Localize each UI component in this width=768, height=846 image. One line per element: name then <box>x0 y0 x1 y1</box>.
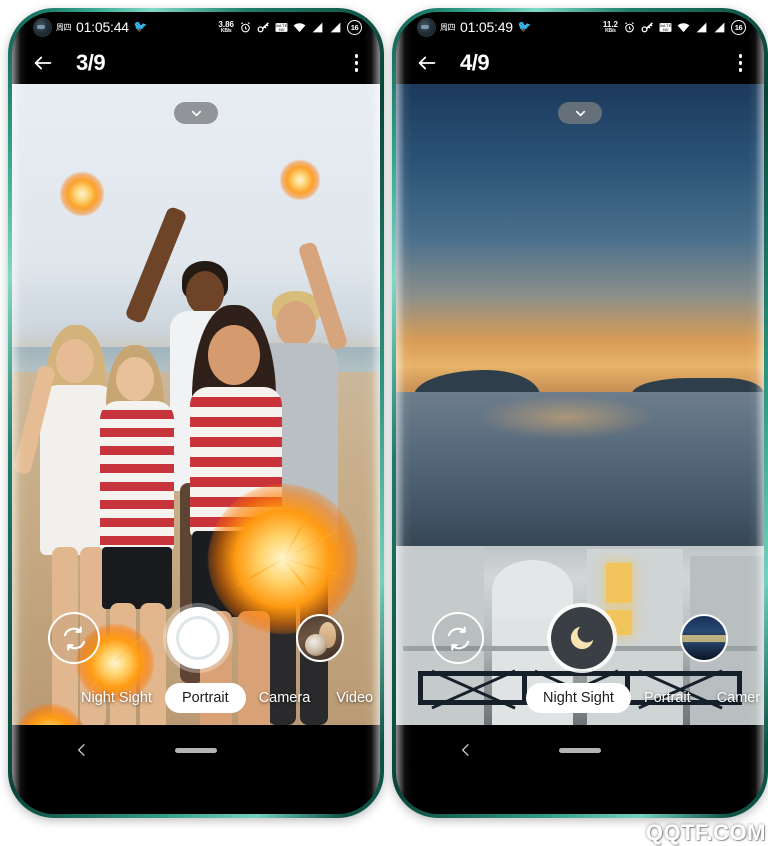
signal-bars-icon <box>695 21 708 34</box>
camera-control-row <box>396 607 764 669</box>
nav-back-icon[interactable] <box>458 742 474 758</box>
camera-mode-portrait[interactable]: Portrait <box>631 683 704 713</box>
wifi-icon <box>677 21 690 34</box>
overflow-menu-icon[interactable] <box>735 50 747 76</box>
scene-sun-glow <box>476 394 654 440</box>
status-bar-right: 11.2 KB/s VoLTE HD 16 <box>603 19 746 35</box>
network-speed-indicator: 3.86 KB/s <box>218 20 234 34</box>
status-bar: 周四 01:05:49 🐦 11.2 KB/s VoLTE HD 16 <box>396 12 764 42</box>
camera-control-row <box>12 607 380 669</box>
page-title: 4/9 <box>460 50 490 75</box>
shutter-button[interactable] <box>167 607 229 669</box>
wifi-icon <box>293 21 306 34</box>
nav-back-icon[interactable] <box>74 742 90 758</box>
status-bar-left: 周四 01:05:44 🐦 <box>34 18 148 36</box>
volte-icon: VoLTE HD <box>275 21 288 34</box>
bird-icon: 🐦 <box>517 20 532 33</box>
bird-icon: 🐦 <box>133 20 148 33</box>
arrow-left-icon[interactable] <box>416 52 438 74</box>
status-bar-left: 周四 01:05:49 🐦 <box>418 18 532 36</box>
alarm-icon <box>239 21 252 34</box>
front-camera-punch-hole <box>418 18 435 36</box>
phone-right: 周四 01:05:49 🐦 11.2 KB/s VoLTE HD 16 4/9 … <box>392 8 768 818</box>
key-icon <box>257 21 270 34</box>
app-bar: 3/9 <box>12 42 380 84</box>
page-title: 3/9 <box>76 50 106 75</box>
camera-mode-night-sight[interactable]: Night Sight <box>526 683 631 713</box>
signal-bars-icon <box>311 21 324 34</box>
site-watermark: QQTF.COM <box>645 820 766 845</box>
signal-bars-icon <box>713 21 726 34</box>
network-speed-unit: KB/s <box>220 27 232 34</box>
camera-controls: Night Sight Portrait Camer <box>396 595 764 725</box>
system-navigation-bar <box>396 725 764 775</box>
battery-indicator: 16 <box>731 19 746 35</box>
camera-mode-selector[interactable]: Night Sight Portrait Camer <box>396 683 764 713</box>
camera-viewfinder[interactable]: Night Sight Portrait Camera Video <box>12 84 380 725</box>
shutter-button-night-sight[interactable] <box>551 607 613 669</box>
camera-flip-icon[interactable] <box>48 612 100 664</box>
camera-mode-camera[interactable]: Camer <box>704 683 764 713</box>
camera-mode-night-sight[interactable]: Night Sight <box>68 683 165 713</box>
volte-icon: VoLTE HD <box>659 21 672 34</box>
alarm-icon <box>623 21 636 34</box>
shutter-inner-ring <box>176 616 220 660</box>
arrow-left-icon[interactable] <box>32 52 54 74</box>
status-clock: 01:05:49 <box>460 19 513 35</box>
network-speed-unit: KB/s <box>605 27 616 34</box>
battery-indicator: 16 <box>347 19 362 35</box>
phone-left: 周四 01:05:44 🐦 3.86 KB/s VoLTE HD 16 3/9 … <box>8 8 384 818</box>
chevron-down-icon[interactable] <box>174 102 218 124</box>
signal-bars-icon <box>329 21 342 34</box>
status-bar-right: 3.86 KB/s VoLTE HD 16 <box>218 19 362 35</box>
camera-mode-portrait[interactable]: Portrait <box>164 683 246 713</box>
overflow-menu-icon[interactable] <box>351 50 363 76</box>
phone-right-screen: 周四 01:05:49 🐦 11.2 KB/s VoLTE HD 16 4/9 … <box>396 12 764 814</box>
moon-icon <box>570 626 594 650</box>
gallery-thumbnail[interactable] <box>680 614 728 662</box>
camera-mode-selector[interactable]: Night Sight Portrait Camera Video <box>12 683 380 713</box>
nav-home-indicator[interactable] <box>175 747 217 753</box>
camera-controls: Night Sight Portrait Camera Video <box>12 595 380 725</box>
svg-text:HD: HD <box>663 27 669 32</box>
system-navigation-bar <box>12 725 380 775</box>
nav-home-indicator[interactable] <box>559 747 601 753</box>
status-day: 周四 <box>56 22 72 32</box>
gallery-thumbnail[interactable] <box>296 614 344 662</box>
status-bar: 周四 01:05:44 🐦 3.86 KB/s VoLTE HD 16 <box>12 12 380 42</box>
camera-viewfinder[interactable]: Night Sight Portrait Camer <box>396 84 764 725</box>
network-speed-indicator: 11.2 KB/s <box>603 20 618 34</box>
camera-flip-icon[interactable] <box>432 612 484 664</box>
status-clock: 01:05:44 <box>76 19 129 35</box>
chevron-down-icon[interactable] <box>558 102 602 124</box>
app-bar: 4/9 <box>396 42 764 84</box>
phone-comparison-stage: 周四 01:05:44 🐦 3.86 KB/s VoLTE HD 16 3/9 … <box>0 0 768 846</box>
camera-mode-video[interactable]: Video <box>323 683 380 713</box>
sparkler-burst <box>280 160 320 200</box>
front-camera-punch-hole <box>34 18 51 36</box>
camera-mode-camera[interactable]: Camera <box>246 683 324 713</box>
svg-text:HD: HD <box>279 27 285 32</box>
key-icon <box>641 21 654 34</box>
phone-left-screen: 周四 01:05:44 🐦 3.86 KB/s VoLTE HD 16 3/9 … <box>12 12 380 814</box>
sparkler-burst <box>60 172 104 216</box>
status-day: 周四 <box>440 22 456 32</box>
